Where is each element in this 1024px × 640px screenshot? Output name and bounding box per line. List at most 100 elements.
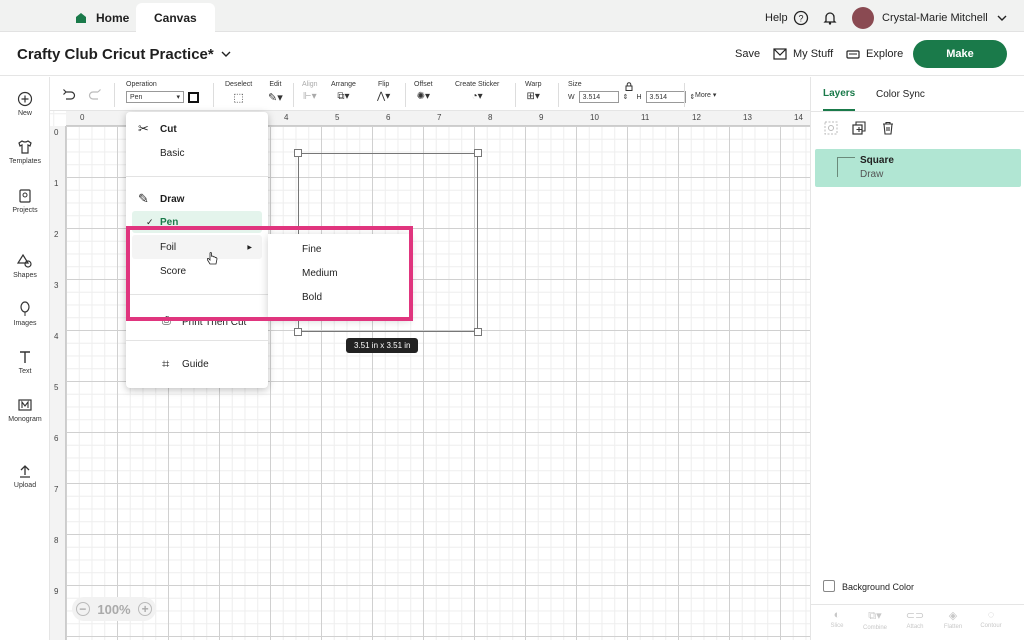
operation-value: Pen [130,93,143,101]
my-stuff-button[interactable]: My Stuff [773,32,833,76]
sidebar-item-images[interactable]: Images [0,301,50,327]
zoom-out-icon[interactable]: − [75,602,90,616]
attach-icon: ⊂⊃ [905,610,925,622]
combine-icon: ⧉▾ [868,610,882,622]
save-label: Save [735,48,761,60]
explore-label: Explore [866,48,904,60]
sidebar-item-new[interactable]: New [0,91,50,117]
avatar [852,6,874,29]
width-input[interactable]: 3.514 [578,91,619,103]
explore-button[interactable]: Explore [846,32,903,76]
stepper-icon[interactable]: ⇕ [623,93,629,101]
menu-item-draw[interactable]: ✎ Draw [126,187,268,211]
sidebar-item-shapes[interactable]: Shapes [0,253,50,279]
more-button[interactable]: More ▾ [695,91,716,99]
layer-name: Square [860,155,894,166]
sidebar-label: Templates [9,158,41,165]
upload-icon [20,465,30,478]
svg-text:?: ? [798,13,803,23]
height-label: H [636,93,642,101]
ruler-tick-label: 2 [54,230,59,239]
lock-icon[interactable] [625,82,633,91]
deselect-button[interactable]: Deselect ⬚ [225,81,252,104]
undo-icon[interactable] [62,89,76,101]
tab-layers[interactable]: Layers [823,77,856,111]
flatten-icon: ◈ [948,610,958,622]
layer-item-square[interactable]: Square Draw [815,149,1021,187]
sidebar-label: Upload [13,482,37,489]
redo-icon[interactable] [88,89,102,101]
attach-button[interactable]: ⊂⊃ Attach [897,609,933,630]
resize-handle[interactable] [474,328,482,336]
pen-color-swatch[interactable] [188,91,199,103]
create-sticker-button[interactable]: Create Sticker ◔▾ [455,81,499,102]
menu-item-cut[interactable]: ✂ Cut [126,117,268,141]
help-button[interactable]: Help ? [765,3,809,32]
make-button[interactable]: Make [913,40,1007,68]
operation-select[interactable]: Pen ▾ [126,91,184,103]
user-menu[interactable]: Crystal-Marie Mitchell [852,3,1008,32]
flip-button[interactable]: Flip ⋀▾ [377,81,390,102]
action-label: Slice [830,623,844,629]
slice-button[interactable]: ◐ Slice [819,609,855,629]
resize-handle[interactable] [474,149,482,157]
annotation-highlight-box [126,226,413,321]
menu-divider [126,176,268,177]
align-button[interactable]: Align ⊩▾ [302,81,318,102]
menu-divider [126,340,268,341]
dropdown-caret-icon: ▾ [176,94,180,101]
warp-button[interactable]: Warp ⊞▾ [525,81,541,102]
flatten-button[interactable]: ◈ Flatten [935,609,971,630]
edit-label: Edit [269,81,282,88]
save-button[interactable]: Save [735,32,760,76]
trash-icon[interactable] [881,121,895,135]
sidebar-item-upload[interactable]: Upload [0,463,50,489]
ruler-tick-label: 4 [284,113,289,122]
toolbar-separator [405,83,406,107]
background-color-label: Background Color [842,582,915,592]
sidebar-item-templates[interactable]: Templates [0,139,50,165]
menu-item-basic[interactable]: Basic [126,141,268,165]
sidebar-item-projects[interactable]: Projects [0,188,50,214]
edit-button[interactable]: Edit ✎▾ [268,81,283,104]
group-icon[interactable] [824,121,838,135]
sidebar-item-monogram[interactable]: Monogram [0,397,50,423]
tab-color-sync-label: Color Sync [876,88,925,100]
tab-color-sync[interactable]: Color Sync [876,77,925,111]
tab-home[interactable]: Home [74,3,129,32]
plus-circle-icon [17,91,33,107]
tab-canvas[interactable]: Canvas [136,3,215,32]
zoom-control: − 100% + [72,597,156,621]
user-name: Crystal-Marie Mitchell [882,11,988,24]
ruler-tick-label: 12 [692,113,701,122]
height-input[interactable]: 3.514 [645,91,686,103]
project-header: Crafty Club Cricut Practice* Save My Stu… [0,32,1024,76]
toolbar-separator [213,83,214,107]
combine-button[interactable]: ⧉▾ Combine [857,609,893,631]
resize-handle[interactable] [294,149,302,157]
tab-canvas-label: Canvas [154,10,197,25]
home-icon [76,12,86,23]
ruler-tick-label: 5 [54,383,59,392]
menu-item-guide[interactable]: ⌗ Guide [126,352,268,376]
hand-cursor-icon [206,252,218,265]
action-label: Contour [980,623,1002,629]
chevron-down-icon [221,51,231,57]
arrange-button[interactable]: Arrange ⧉▾ [331,81,356,102]
contour-button[interactable]: ◌ Contour [973,609,1009,629]
create-sticker-label: Create Sticker [455,81,500,88]
notifications-button[interactable] [822,3,838,32]
duplicate-icon[interactable] [852,121,866,135]
ruler-tick-label: 0 [80,113,85,122]
toolbar-separator [114,83,115,107]
zoom-in-icon[interactable]: + [138,602,153,616]
offset-button[interactable]: Offset ✺▾ [414,81,433,102]
toolbar-separator [515,83,516,107]
pencil-icon: ✎▾ [268,92,283,104]
project-title[interactable]: Crafty Club Cricut Practice* [17,32,232,76]
ruler-tick-label: 13 [743,113,752,122]
resize-handle[interactable] [294,328,302,336]
background-color-checkbox[interactable] [823,580,835,592]
sidebar-item-text[interactable]: Text [0,349,50,375]
arrange-label: Arrange [331,81,356,88]
